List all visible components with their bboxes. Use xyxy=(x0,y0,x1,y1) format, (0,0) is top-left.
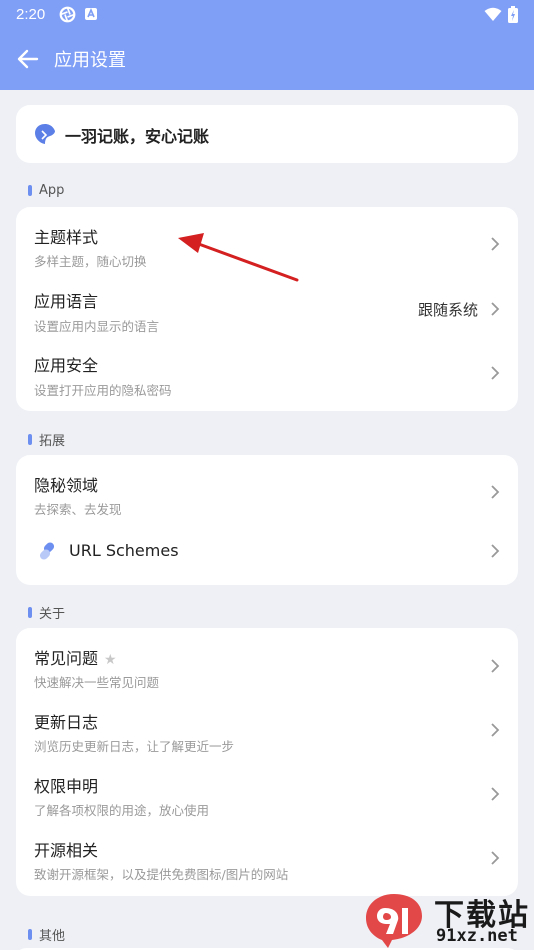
annotation-arrow xyxy=(178,233,299,282)
watermark-url: 91xz.net xyxy=(436,926,518,946)
watermark-logo: 下载站 91xz.net xyxy=(358,886,534,950)
watermark-emblem xyxy=(366,894,422,948)
